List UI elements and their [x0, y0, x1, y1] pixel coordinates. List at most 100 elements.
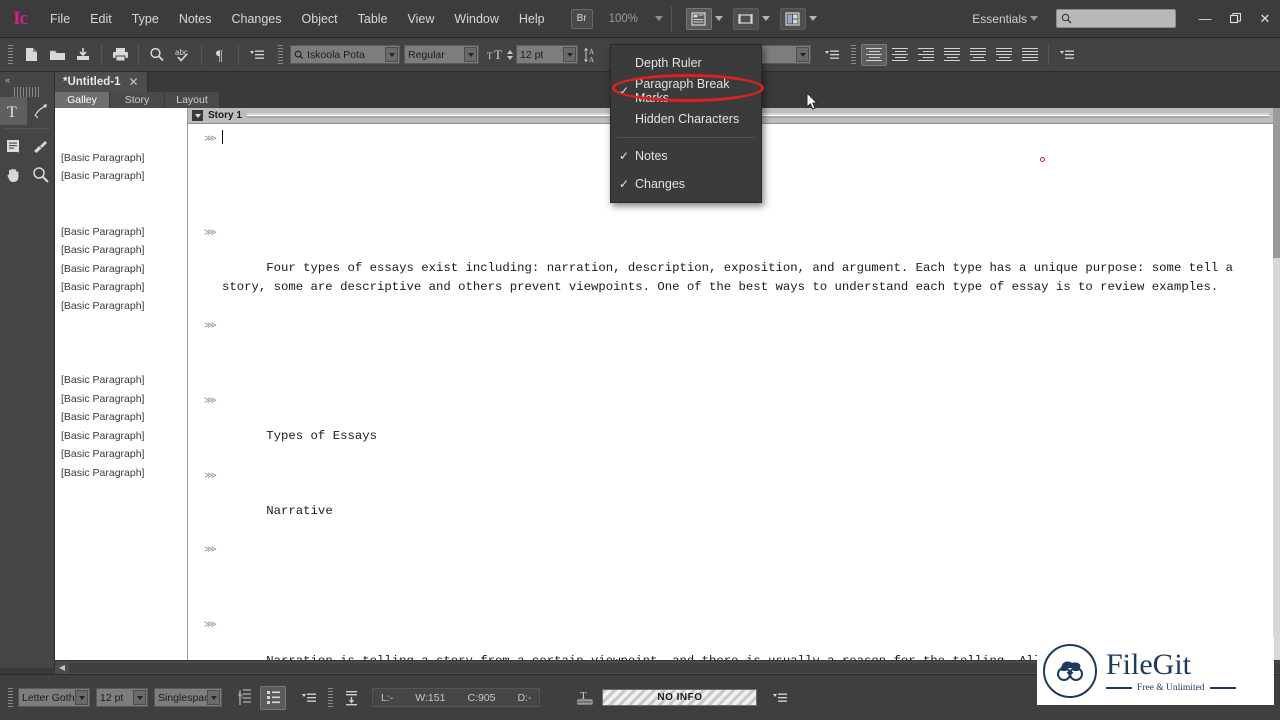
chevron-down-icon[interactable] — [75, 690, 88, 705]
halfline-spacing-button[interactable]: ½ — [232, 686, 258, 710]
justify-all-button[interactable] — [1017, 44, 1043, 66]
menu-option-paragraph-break-marks[interactable]: ✓ Paragraph Break Marks — [611, 77, 761, 105]
metrics-grip[interactable] — [328, 687, 333, 708]
svg-text:T: T — [7, 104, 17, 120]
close-icon[interactable]: ✕ — [129, 75, 139, 89]
menu-item-edit[interactable]: Edit — [80, 0, 122, 38]
paragraph[interactable]: ⋙ Narrative — [188, 465, 1259, 540]
print-button[interactable] — [107, 43, 133, 67]
chevron-down-icon[interactable] — [761, 16, 770, 21]
character-panel-grip[interactable] — [278, 44, 283, 65]
show-hidden-characters-button[interactable]: ¶ — [207, 43, 233, 67]
view-mode-galley-button[interactable] — [685, 7, 712, 30]
tab-layout[interactable]: Layout — [165, 92, 220, 108]
menu-item-notes[interactable]: Notes — [169, 0, 222, 38]
copyfit-toggle-button[interactable] — [338, 686, 364, 710]
paragraph-style-select[interactable]: Letter Gothic — [18, 688, 90, 707]
chevron-down-icon[interactable] — [563, 47, 576, 62]
menu-item-view[interactable]: View — [398, 0, 445, 38]
text-caret — [222, 130, 223, 144]
save-button[interactable] — [70, 43, 96, 67]
menu-item-type[interactable]: Type — [122, 0, 169, 38]
scroll-left-icon[interactable]: ◀ — [55, 663, 69, 672]
search-input[interactable] — [1056, 9, 1176, 28]
menu-option-depth-ruler[interactable]: Depth Ruler — [611, 49, 761, 77]
paragraph-panel-grip[interactable] — [851, 44, 856, 65]
spell-check-button[interactable]: abc — [170, 43, 196, 67]
close-button[interactable]: ✕ — [1250, 8, 1280, 30]
new-document-button[interactable] — [18, 43, 44, 67]
minimize-button[interactable]: — — [1190, 8, 1220, 30]
screen-mode-group — [684, 7, 817, 30]
chevron-down-icon[interactable] — [796, 47, 809, 62]
bridge-button[interactable]: Br — [570, 8, 593, 29]
paragraph-list-button[interactable] — [260, 685, 286, 710]
justify-center-button[interactable] — [965, 44, 991, 66]
paragraph[interactable]: ⋙ — [188, 315, 1259, 390]
align-left-button[interactable] — [861, 43, 887, 66]
tab-story[interactable]: Story — [110, 92, 165, 108]
workspace-selector[interactable]: Essentials — [972, 12, 1042, 26]
restore-button[interactable] — [1220, 8, 1250, 30]
menu-option-changes[interactable]: ✓ Changes — [611, 170, 761, 198]
justify-left-button[interactable] — [939, 44, 965, 66]
chevron-down-icon[interactable] — [133, 690, 146, 705]
eyedropper-tool[interactable] — [27, 132, 54, 160]
menu-item-file[interactable]: File — [40, 0, 80, 38]
document-tab[interactable]: *Untitled-1 ✕ — [55, 72, 148, 92]
view-options-dropdown-menu[interactable]: Depth Ruler ✓ Paragraph Break Marks Hidd… — [610, 44, 762, 203]
paragraph-style-value: Letter Gothic — [22, 691, 83, 704]
font-size-select[interactable]: 12 pt — [516, 45, 578, 64]
copyfit-panel-menu-button[interactable] — [767, 686, 793, 710]
hand-tool[interactable] — [0, 160, 27, 188]
vertical-scrollbar[interactable] — [1273, 108, 1280, 660]
type-tool[interactable]: T — [0, 97, 27, 125]
menu-item-window[interactable]: Window — [444, 0, 508, 38]
chevron-down-icon[interactable] — [385, 47, 398, 62]
chevron-down-icon[interactable] — [808, 16, 817, 21]
zoom-tool[interactable] — [27, 160, 54, 188]
font-family-select[interactable]: Iskoola Pota — [290, 45, 400, 64]
menu-option-hidden-characters[interactable]: Hidden Characters — [611, 105, 761, 133]
vertical-scrollbar-thumb[interactable] — [1273, 108, 1280, 258]
story-collapse-icon[interactable] — [192, 110, 203, 121]
paragraph-panel-menu-button[interactable] — [1054, 43, 1080, 67]
align-center-button[interactable] — [887, 44, 913, 66]
view-mode-layout-button[interactable] — [779, 7, 806, 30]
status-font-size-select[interactable]: 12 pt — [96, 688, 148, 707]
note-tool[interactable] — [0, 132, 27, 160]
paragraph[interactable]: ⋙ Types of Essays — [188, 390, 1259, 465]
paragraph-style-column[interactable]: [Basic Paragraph] [Basic Paragraph] [Bas… — [55, 108, 188, 660]
line-spacing-select[interactable]: Singlespace — [154, 688, 222, 707]
panel-menu-button[interactable] — [244, 43, 270, 67]
toolbox-grip[interactable] — [14, 87, 40, 97]
document-text-body[interactable]: ⋙ ⋙ Four types of essays exist including… — [188, 124, 1273, 660]
tab-galley[interactable]: Galley — [55, 92, 110, 108]
track-changes-tool[interactable] — [27, 97, 54, 125]
menu-item-object[interactable]: Object — [292, 0, 348, 38]
menu-item-table[interactable]: Table — [348, 0, 398, 38]
font-style-select[interactable]: Regular — [404, 45, 479, 64]
character-panel-menu-button[interactable] — [819, 43, 845, 67]
chevron-down-icon[interactable] — [207, 690, 220, 705]
status-grip[interactable] — [8, 687, 13, 708]
menu-option-notes[interactable]: ✓ Notes — [611, 142, 761, 170]
font-size-stepper[interactable] — [505, 46, 514, 64]
zoom-level-selector[interactable]: 100% — [607, 9, 665, 29]
chevron-down-icon[interactable] — [714, 16, 723, 21]
chevron-down-icon[interactable] — [464, 47, 477, 62]
paragraph[interactable]: ⋙ Four types of essays exist including: … — [188, 222, 1259, 316]
toolbar-grip[interactable] — [8, 44, 13, 65]
menu-item-changes[interactable]: Changes — [221, 0, 291, 38]
panel-menu-icon — [250, 50, 264, 59]
depth-indicator-button[interactable]: T — [572, 686, 598, 710]
view-mode-story-button[interactable] — [732, 7, 759, 30]
find-button[interactable] — [144, 43, 170, 67]
menu-item-help[interactable]: Help — [509, 0, 555, 38]
collapse-panel-button[interactable]: « — [0, 72, 54, 87]
align-right-button[interactable] — [913, 44, 939, 66]
justify-right-button[interactable] — [991, 44, 1017, 66]
open-file-button[interactable] — [44, 43, 70, 67]
status-panel-menu-button[interactable] — [296, 686, 322, 710]
paragraph[interactable]: ⋙ — [188, 539, 1259, 614]
